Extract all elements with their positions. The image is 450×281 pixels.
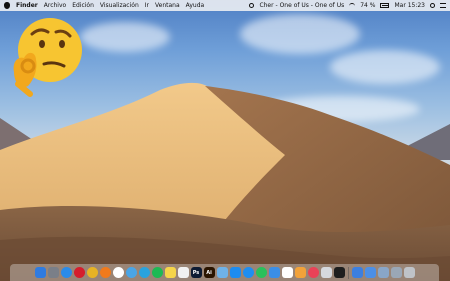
downloads-icon[interactable] [364, 267, 376, 278]
now-playing-icon[interactable] [249, 3, 255, 8]
clock-icon[interactable] [112, 267, 124, 278]
telegram-icon[interactable] [138, 267, 150, 278]
menu-clock[interactable]: Mar 15:23 [394, 2, 425, 9]
menu-bar: Finder Archivo Edición Visualización Ir … [0, 0, 450, 11]
firefox-icon[interactable] [99, 267, 111, 278]
battery-icon[interactable] [380, 3, 390, 8]
stack-folder-icon[interactable] [377, 267, 389, 278]
cloud [240, 14, 360, 54]
photoshop-icon[interactable]: Ps [190, 267, 202, 278]
spotlight-search-icon[interactable] [430, 3, 435, 8]
textedit-icon[interactable] [177, 267, 189, 278]
mail-icon[interactable] [268, 267, 280, 278]
menu-ventana[interactable]: Ventana [155, 2, 180, 9]
wifi-icon[interactable] [349, 2, 356, 9]
preview-icon[interactable] [216, 267, 228, 278]
safari-icon[interactable] [60, 267, 72, 278]
whatsapp-icon[interactable] [255, 267, 267, 278]
menu-edicion[interactable]: Edición [72, 2, 94, 9]
menu-app-name[interactable]: Finder [16, 2, 38, 9]
desktop: Finder Archivo Edición Visualización Ir … [0, 0, 450, 281]
screenshot-stack-icon[interactable] [390, 267, 402, 278]
launchpad-icon[interactable] [47, 267, 59, 278]
notification-center-icon[interactable] [440, 3, 446, 8]
terminal-icon[interactable] [333, 267, 345, 278]
menu-archivo[interactable]: Archivo [44, 2, 66, 9]
photos-icon[interactable] [294, 267, 306, 278]
menu-ir[interactable]: Ir [145, 2, 149, 9]
chrome-icon[interactable] [86, 267, 98, 278]
apple-icon[interactable] [4, 2, 10, 9]
menu-ayuda[interactable]: Ayuda [186, 2, 205, 9]
opera-icon[interactable] [73, 267, 85, 278]
trash-icon[interactable] [403, 267, 415, 278]
cloud [80, 22, 170, 52]
illustrator-icon[interactable]: Ai [203, 267, 215, 278]
system-prefs-icon[interactable] [351, 267, 363, 278]
menu-visualizacion[interactable]: Visualización [100, 2, 139, 9]
battery-percent[interactable]: 74 % [360, 2, 375, 9]
spotify-icon[interactable] [151, 267, 163, 278]
finder-icon[interactable] [34, 267, 46, 278]
calendar-icon[interactable] [281, 267, 293, 278]
messenger-icon[interactable] [242, 267, 254, 278]
now-playing-text[interactable]: Cher - One of Us - One of Us [259, 2, 344, 9]
dock-separator [347, 266, 349, 279]
thinking-face-emoji [13, 18, 82, 97]
music-icon[interactable] [307, 267, 319, 278]
appstore-icon[interactable] [229, 267, 241, 278]
appfolder-icon[interactable] [320, 267, 332, 278]
tweetbot-icon[interactable] [125, 267, 137, 278]
dock: Ps Ai [10, 264, 439, 281]
notes-icon[interactable] [164, 267, 176, 278]
